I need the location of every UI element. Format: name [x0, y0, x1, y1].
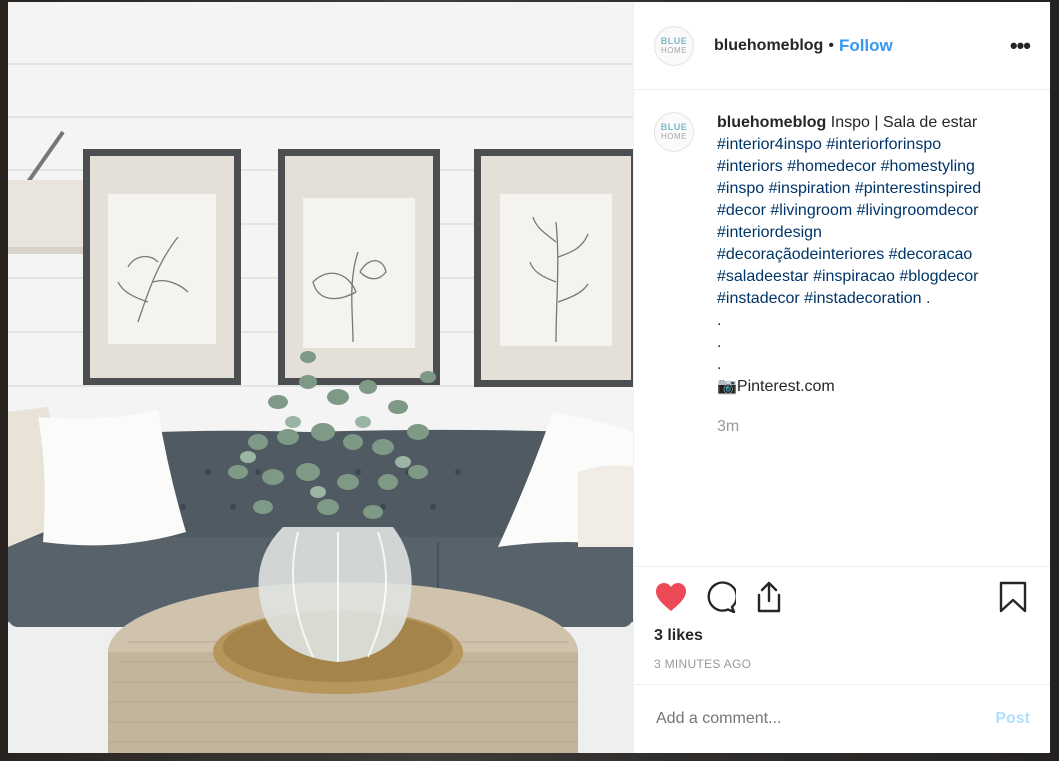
comment-box: Post — [634, 684, 1050, 753]
hashtag-line[interactable]: #decor #livingroom #livingroomdecor — [717, 202, 978, 219]
likes-count[interactable]: 3 likes — [654, 627, 1030, 645]
like-heart-icon[interactable] — [654, 580, 688, 614]
more-options-icon[interactable]: ••• — [1010, 33, 1031, 59]
hashtag-line[interactable]: #interiors #homedecor #homestyling — [717, 158, 975, 175]
caption-source: Pinterest.com — [736, 378, 835, 395]
caption-dot: . — [717, 356, 722, 373]
hashtag-line[interactable]: #instadecor #instadecoration — [717, 290, 922, 307]
caption-period: . — [921, 290, 931, 307]
avatar-text-line2: HOME — [661, 132, 687, 141]
caption-avatar[interactable]: BLUE HOME — [654, 112, 694, 152]
comment-icon[interactable] — [703, 580, 737, 614]
post-actions: 3 likes 3 MINUTES AGO — [634, 566, 1050, 671]
avatar-text-line2: HOME — [661, 45, 687, 55]
post-timestamp[interactable]: 3 MINUTES AGO — [654, 657, 1030, 671]
post-photo[interactable] — [8, 2, 633, 753]
caption-section: BLUE HOME bluehomeblog Inspo | Sala de e… — [634, 90, 1050, 566]
comment-input[interactable] — [654, 709, 996, 729]
avatar[interactable]: BLUE HOME — [654, 25, 694, 66]
caption-dot: . — [717, 312, 722, 329]
post-header: BLUE HOME bluehomeblog • Follow ••• — [634, 2, 1050, 90]
caption-body: Inspo | Sala de estar — [826, 114, 978, 131]
avatar-text-line1: BLUE — [660, 35, 688, 46]
bookmark-icon[interactable] — [996, 580, 1030, 614]
avatar-text-line1: BLUE — [660, 122, 688, 132]
hashtag-line[interactable]: #interior4inspo #interiorforinspo — [717, 136, 941, 153]
hashtag-line[interactable]: #interiordesign — [717, 224, 822, 241]
hashtag-line[interactable]: #inspo #inspiration #pinterestinspired — [717, 180, 981, 197]
post-comment-button[interactable]: Post — [995, 710, 1030, 728]
post-modal: BLUE HOME bluehomeblog • Follow ••• BLUE… — [8, 2, 1050, 753]
post-side-panel: BLUE HOME bluehomeblog • Follow ••• BLUE… — [633, 2, 1050, 753]
hashtag-line[interactable]: #decoraçãodeinteriores #decoracao — [717, 246, 972, 263]
caption-text: bluehomeblog Inspo | Sala de estar #inte… — [717, 112, 1030, 438]
follow-button[interactable]: Follow — [839, 36, 893, 56]
caption-time-ago[interactable]: 3m — [717, 416, 1030, 438]
camera-icon: 📷 — [717, 378, 737, 395]
header-username[interactable]: bluehomeblog — [714, 37, 823, 55]
header-separator: • — [828, 36, 834, 54]
hashtag-line[interactable]: #saladeestar #inspiracao #blogdecor — [717, 268, 979, 285]
share-icon[interactable] — [752, 580, 786, 614]
caption-username[interactable]: bluehomeblog — [717, 114, 826, 131]
caption-dot: . — [717, 334, 722, 351]
living-room-image — [8, 2, 633, 753]
